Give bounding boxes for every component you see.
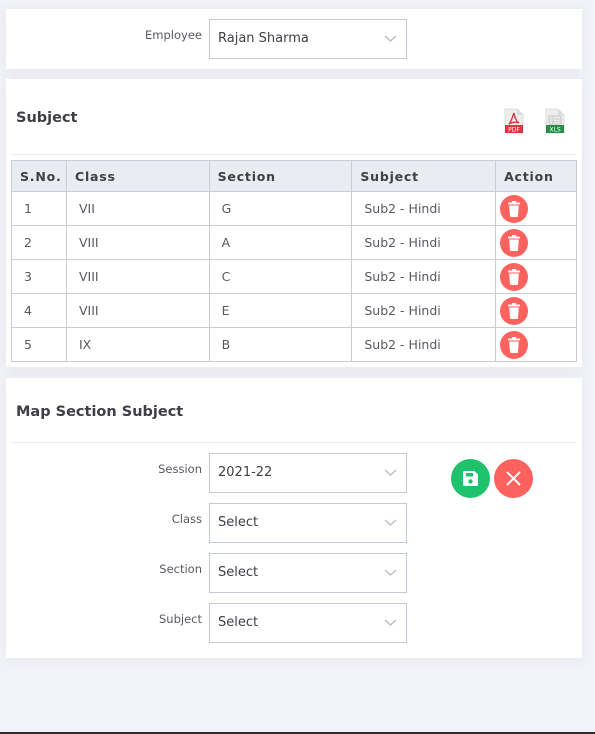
cell-sno: 4	[11, 293, 67, 328]
cell-section: A	[208, 225, 353, 260]
cancel-button[interactable]	[494, 459, 533, 498]
chevron-down-icon	[384, 569, 397, 576]
column-header-subject: Subject	[351, 160, 497, 192]
section-label: Section	[159, 562, 202, 576]
cell-class: VII	[65, 191, 210, 226]
column-header-class: Class	[65, 160, 210, 192]
table-row: 2 VIII A Sub2 - Hindi	[11, 225, 577, 260]
cell-class: VIII	[65, 259, 210, 294]
chevron-down-icon	[384, 619, 397, 626]
table-header-row: S.No. Class Section Subject Action	[11, 160, 577, 192]
trash-icon	[508, 200, 521, 217]
column-header-sno: S.No.	[11, 160, 67, 192]
subject-card-divider	[11, 154, 577, 155]
session-select[interactable]: 2021-22	[209, 453, 407, 493]
subject-select-value: Select	[218, 615, 259, 630]
cell-sno: 1	[11, 191, 67, 226]
cell-subject: Sub2 - Hindi	[351, 327, 497, 362]
column-header-action: Action	[495, 160, 577, 192]
delete-button[interactable]	[500, 296, 529, 325]
cell-action	[495, 293, 577, 328]
pdf-export-icon[interactable]: PDF	[503, 108, 525, 134]
save-button[interactable]	[451, 459, 490, 498]
table-row: 1 VII G Sub2 - Hindi	[11, 191, 577, 226]
delete-button[interactable]	[500, 194, 529, 223]
cell-section: B	[208, 327, 353, 362]
save-icon	[463, 471, 478, 486]
chevron-down-icon	[384, 35, 397, 42]
xls-export-icon[interactable]: XLS	[544, 108, 566, 134]
class-select-value: Select	[218, 515, 259, 530]
session-label: Session	[158, 462, 202, 476]
cell-action	[495, 327, 577, 362]
cell-sno: 5	[11, 327, 67, 362]
session-select-value: 2021-22	[218, 465, 273, 480]
cell-subject: Sub2 - Hindi	[351, 225, 497, 260]
subject-select[interactable]: Select	[209, 603, 407, 643]
chevron-down-icon	[384, 469, 397, 476]
table-row: 4 VIII E Sub2 - Hindi	[11, 293, 577, 328]
trash-icon	[508, 234, 521, 251]
cell-action	[495, 225, 577, 260]
employee-select-value: Rajan Sharma	[218, 31, 309, 46]
map-section-subject-card: Map Section Subject Session 2021-22 Clas…	[6, 378, 582, 658]
cell-sno: 3	[11, 259, 67, 294]
cell-class: VIII	[65, 293, 210, 328]
employee-select[interactable]: Rajan Sharma	[209, 19, 407, 59]
map-card-divider	[11, 442, 577, 443]
column-header-section: Section	[208, 160, 353, 192]
subject-label: Subject	[159, 612, 202, 626]
table-row: 5 IX B Sub2 - Hindi	[11, 327, 577, 362]
class-select[interactable]: Select	[209, 503, 407, 543]
section-select[interactable]: Select	[209, 553, 407, 593]
cell-class: IX	[65, 327, 210, 362]
pdf-icon-label: PDF	[508, 127, 520, 134]
cell-class: VIII	[65, 225, 210, 260]
subject-card: Subject PDF XLS S.No. Class Section Subj…	[6, 79, 582, 367]
subject-table: S.No. Class Section Subject Action 1 VII G…	[11, 160, 577, 362]
employee-label: Employee	[145, 28, 202, 42]
cell-subject: Sub2 - Hindi	[351, 191, 497, 226]
employee-card: Employee Rajan Sharma	[6, 9, 582, 69]
delete-button[interactable]	[500, 228, 529, 257]
section-select-value: Select	[218, 565, 259, 580]
map-card-title: Map Section Subject	[16, 404, 184, 420]
table-row: 3 VIII C Sub2 - Hindi	[11, 259, 577, 294]
trash-icon	[508, 302, 521, 319]
chevron-down-icon	[384, 519, 397, 526]
subject-card-title: Subject	[16, 110, 78, 126]
cell-section: G	[208, 191, 353, 226]
class-label: Class	[171, 512, 202, 526]
trash-icon	[508, 336, 521, 353]
cell-section: C	[208, 259, 353, 294]
trash-icon	[508, 268, 521, 285]
xls-icon-label: XLS	[549, 127, 560, 134]
delete-button[interactable]	[500, 330, 529, 359]
cell-action	[495, 259, 577, 294]
cell-sno: 2	[11, 225, 67, 260]
cell-action	[495, 191, 577, 226]
close-icon	[506, 471, 521, 486]
cell-subject: Sub2 - Hindi	[351, 259, 497, 294]
cell-section: E	[208, 293, 353, 328]
cell-subject: Sub2 - Hindi	[351, 293, 497, 328]
delete-button[interactable]	[500, 262, 529, 291]
